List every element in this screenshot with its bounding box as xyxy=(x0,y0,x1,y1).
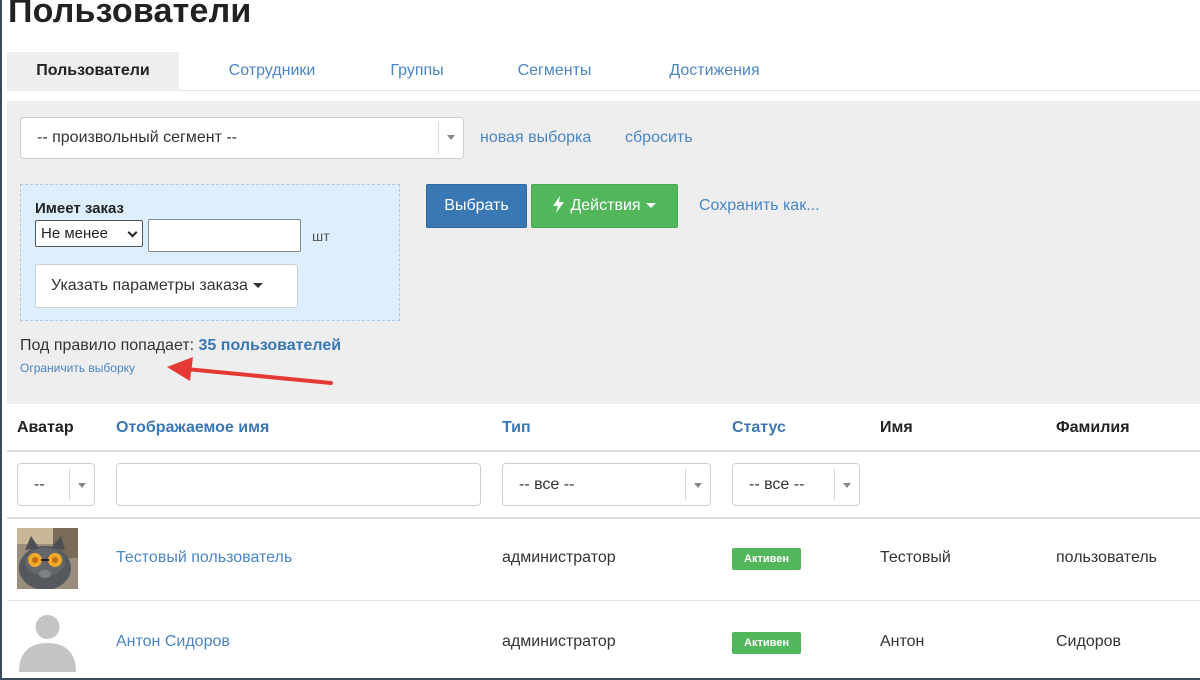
avatar-filter-value: -- xyxy=(34,476,45,493)
user-first-name: Антон xyxy=(880,633,925,650)
type-filter-select[interactable]: -- все -- xyxy=(502,463,711,506)
new-selection-link[interactable]: новая выборка xyxy=(480,129,591,147)
user-type: администратор xyxy=(502,549,616,566)
actions-label: Действия xyxy=(570,197,641,214)
user-type: администратор xyxy=(502,633,616,650)
reset-link[interactable]: сбросить xyxy=(625,129,693,147)
segment-select-value: -- произвольный сегмент -- xyxy=(37,129,237,146)
tab-segments[interactable]: Сегменты xyxy=(497,52,612,91)
column-header-first-name: Имя xyxy=(880,419,913,436)
cat-photo-avatar[interactable] xyxy=(17,528,78,589)
segment-select[interactable]: -- произвольный сегмент -- xyxy=(20,117,464,159)
select-button[interactable]: Выбрать xyxy=(426,184,527,228)
page-title: Пользователи xyxy=(8,0,252,30)
caret-down-icon xyxy=(694,483,702,488)
comparator-select[interactable]: Не менее xyxy=(35,220,143,247)
user-first-name: Тестовый xyxy=(880,549,951,566)
status-badge: Активен xyxy=(732,632,801,654)
tab-achievements[interactable]: Достижения xyxy=(647,52,782,91)
header-divider xyxy=(7,450,1200,452)
caret-down-icon xyxy=(252,283,263,289)
save-as-link[interactable]: Сохранить как... xyxy=(699,197,820,215)
status-filter-select[interactable]: -- все -- xyxy=(732,463,860,506)
column-header-avatar: Аватар xyxy=(17,419,74,436)
select-divider xyxy=(685,469,686,500)
type-filter-value: -- все -- xyxy=(519,476,575,493)
caret-down-icon xyxy=(447,135,455,140)
actions-button[interactable]: Действия xyxy=(531,184,678,228)
column-header-type[interactable]: Тип xyxy=(502,419,531,437)
default-user-avatar[interactable] xyxy=(17,611,78,672)
window-border-left xyxy=(0,0,2,680)
row-divider xyxy=(7,600,1200,601)
chevron-down-icon xyxy=(127,227,138,238)
match-prefix: Под правило попадает: xyxy=(20,337,199,354)
order-params-button[interactable]: Указать параметры заказа xyxy=(35,264,298,308)
match-summary: Под правило попадает: 35 пользователей xyxy=(20,337,341,355)
status-badge: Активен xyxy=(732,548,801,570)
tab-users[interactable]: Пользователи xyxy=(7,52,179,91)
filter-panel: -- произвольный сегмент -- новая выборка… xyxy=(7,101,1200,404)
user-last-name: пользователь xyxy=(1056,549,1157,566)
unit-label: шт xyxy=(312,228,330,244)
match-count: 35 пользователей xyxy=(198,337,342,354)
filter-row-divider xyxy=(7,517,1200,519)
bolt-icon xyxy=(553,196,565,213)
column-header-status[interactable]: Статус xyxy=(732,419,786,437)
user-display-name-link[interactable]: Тестовый пользователь xyxy=(116,549,292,567)
caret-down-icon xyxy=(78,483,86,488)
rule-box: Имеет заказ Не менее шт Указать параметр… xyxy=(20,184,400,321)
select-divider xyxy=(438,122,439,154)
select-divider xyxy=(69,469,70,500)
user-display-name-link[interactable]: Антон Сидоров xyxy=(116,633,230,651)
column-header-display-name[interactable]: Отображаемое имя xyxy=(116,419,269,437)
status-filter-value: -- все -- xyxy=(749,476,805,493)
caret-down-icon xyxy=(843,483,851,488)
tab-employees[interactable]: Сотрудники xyxy=(197,52,347,91)
tab-groups[interactable]: Группы xyxy=(367,52,467,91)
comparator-value: Не менее xyxy=(41,225,108,242)
caret-down-icon xyxy=(645,203,656,209)
display-name-filter-input[interactable] xyxy=(116,463,481,506)
column-header-last-name: Фамилия xyxy=(1056,419,1130,436)
order-count-input[interactable] xyxy=(148,219,301,252)
avatar-filter-select[interactable]: -- xyxy=(17,463,95,506)
order-params-label: Указать параметры заказа xyxy=(51,277,248,294)
user-last-name: Сидоров xyxy=(1056,633,1122,650)
select-divider xyxy=(834,469,835,500)
tabs-bar: Пользователи Сотрудники Группы Сегменты … xyxy=(7,52,1200,91)
rule-title: Имеет заказ xyxy=(35,200,124,217)
limit-selection-link[interactable]: Ограничить выборку xyxy=(20,361,135,375)
